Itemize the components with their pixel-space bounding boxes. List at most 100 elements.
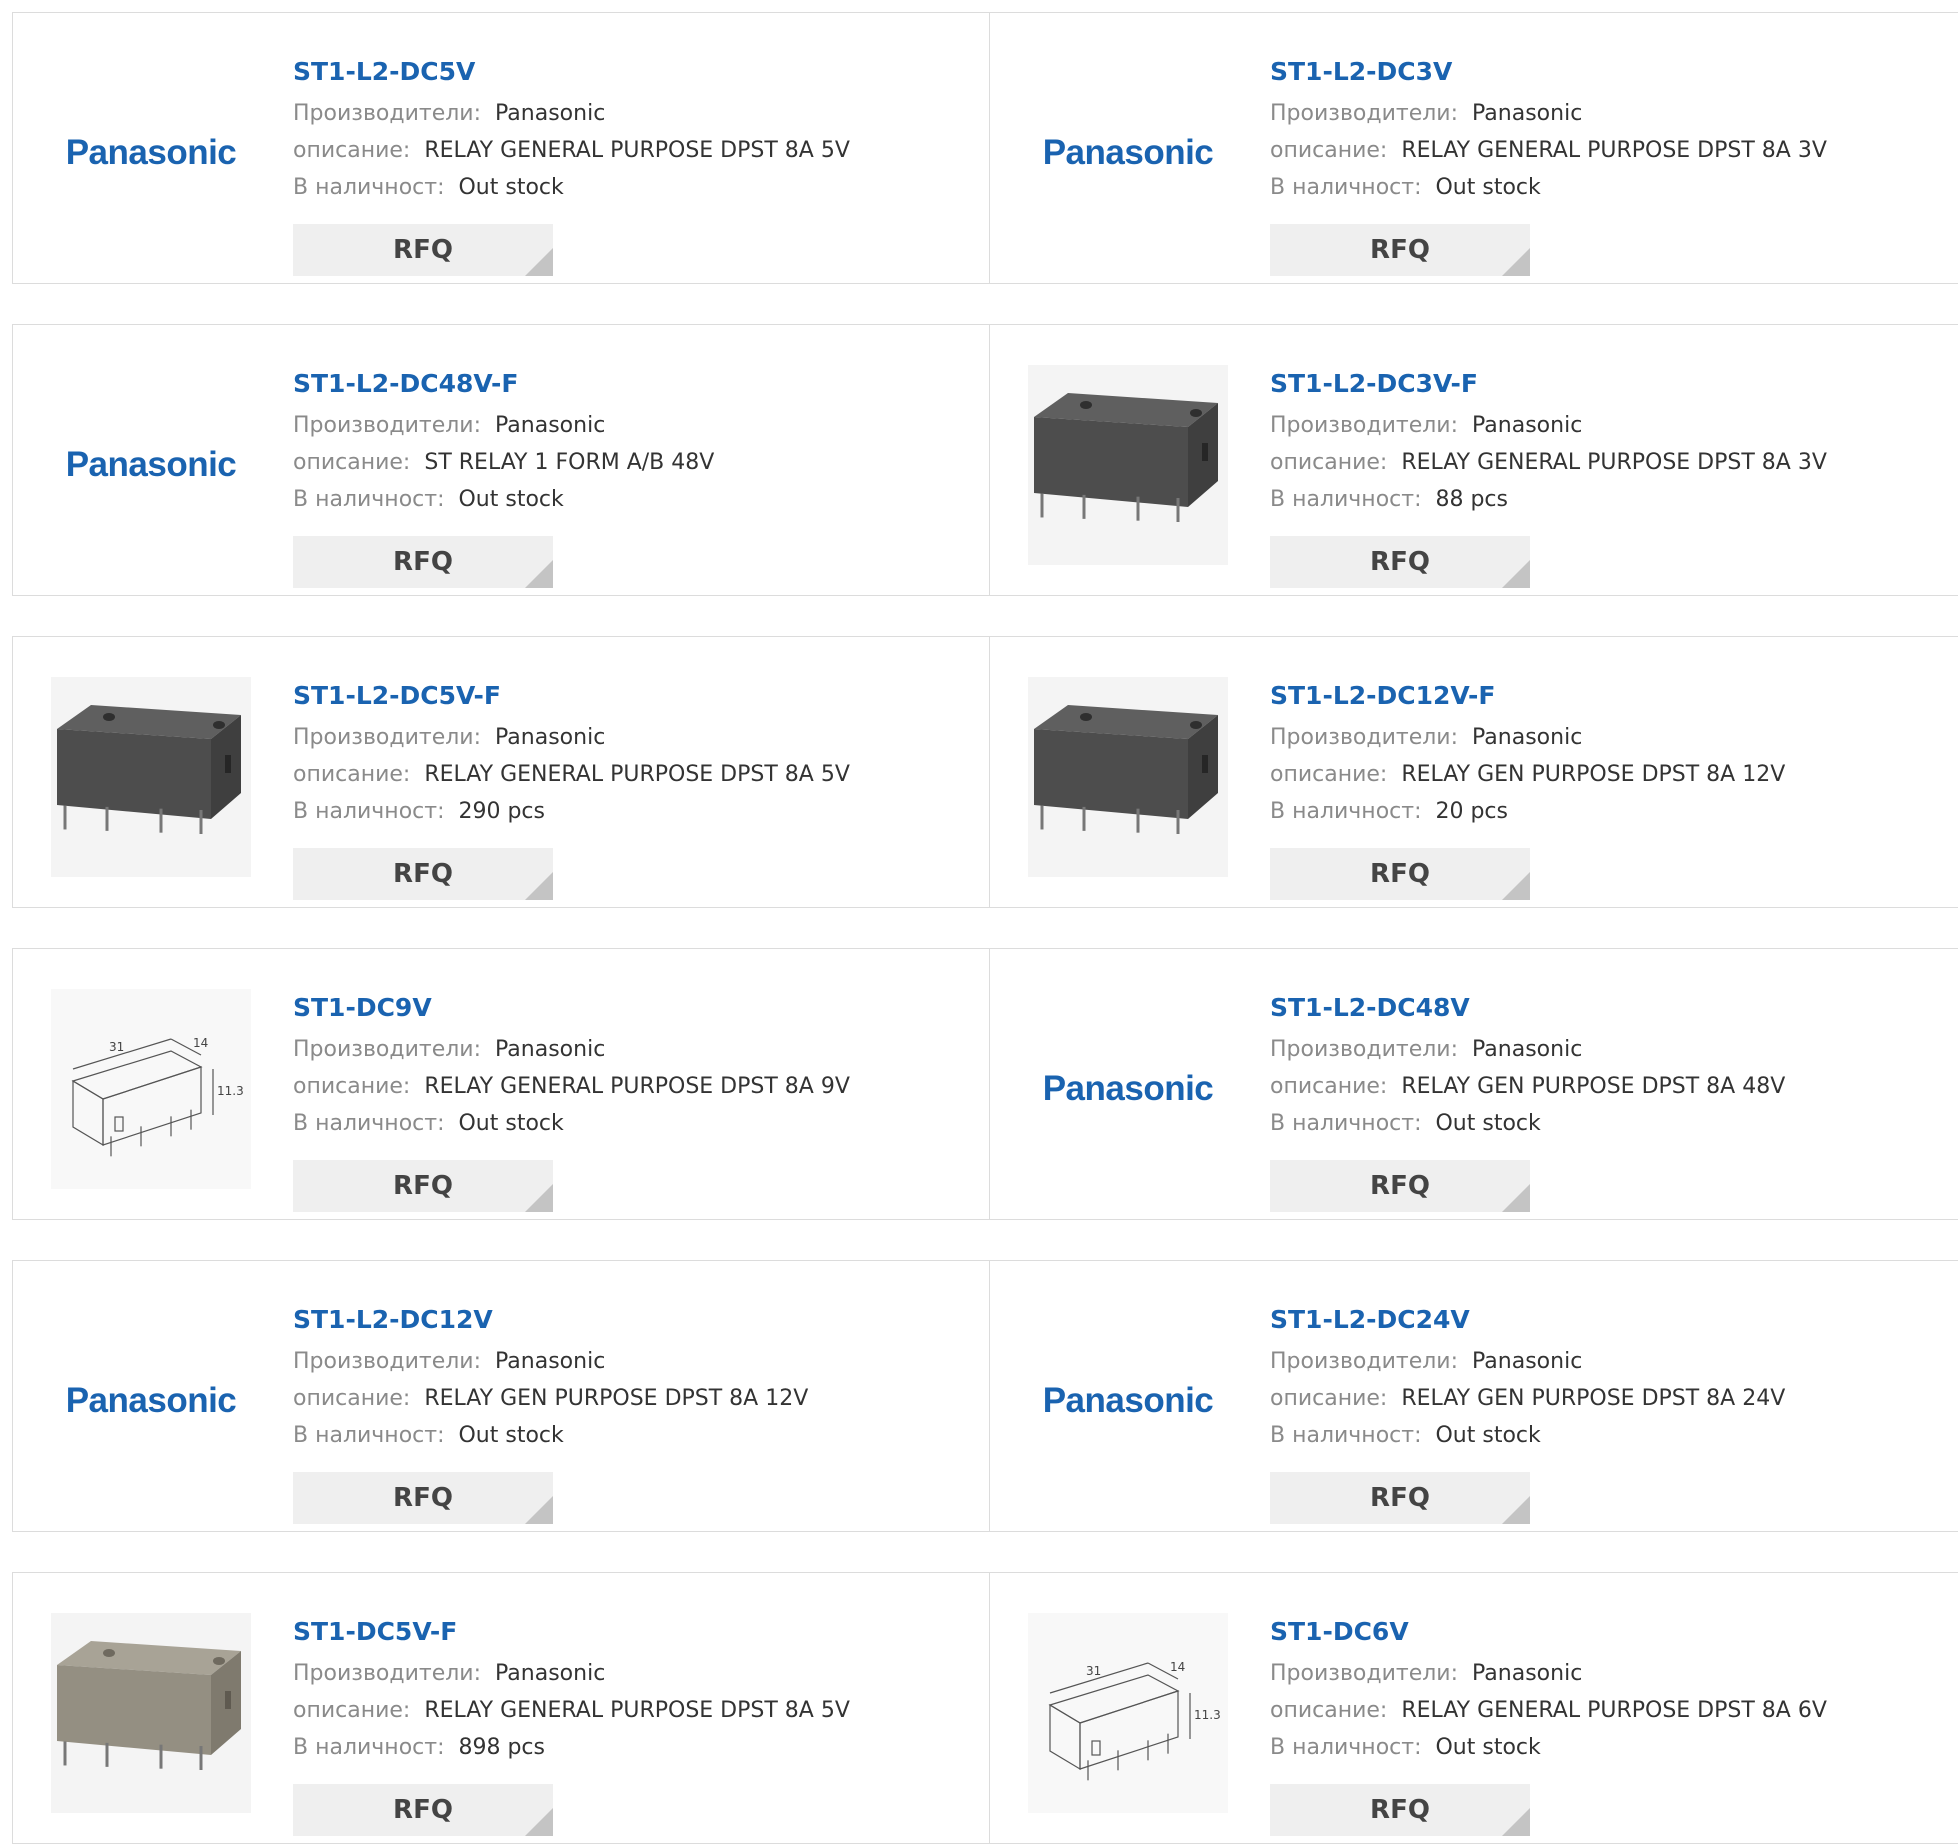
product-image[interactable]: Panasonic [51, 1301, 251, 1501]
part-number-link[interactable]: ST1-DC6V [1270, 1603, 1930, 1655]
relay-photo-dark [1028, 677, 1228, 877]
product-image[interactable] [1028, 365, 1228, 565]
manufacturer-value: Panasonic [495, 1349, 606, 1374]
rfq-button[interactable]: RFQ [1270, 1784, 1530, 1836]
dimension-height-label: 11.3 [217, 1084, 244, 1098]
rfq-button[interactable]: RFQ [293, 1472, 553, 1524]
stock-line: В наличност: Out stock [1270, 1729, 1930, 1766]
description-line: описание: RELAY GENERAL PURPOSE DPST 8A 9… [293, 1068, 953, 1105]
manufacturer-value: Panasonic [495, 1661, 606, 1686]
product-image[interactable] [1028, 677, 1228, 877]
stock-label: В наличност: [1270, 175, 1422, 200]
rfq-button-label: RFQ [1370, 547, 1430, 577]
rfq-button[interactable]: RFQ [293, 224, 553, 276]
part-number-link[interactable]: ST1-L2-DC48V [1270, 979, 1930, 1031]
rfq-button-label: RFQ [393, 1483, 453, 1513]
stock-line: В наличност: Out stock [1270, 1105, 1930, 1142]
product-image[interactable]: Panasonic [1028, 1301, 1228, 1501]
corner-triangle-icon [1502, 872, 1530, 900]
description-value: RELAY GEN PURPOSE DPST 8A 12V [424, 1386, 809, 1411]
stock-label: В наличност: [1270, 487, 1422, 512]
stock-value: 898 pcs [458, 1735, 545, 1760]
product-image[interactable]: Panasonic [51, 365, 251, 565]
product-info: ST1-DC6V Производители: Panasonic описание:… [1270, 1603, 1930, 1766]
description-label: описание: [293, 450, 411, 475]
part-number-link[interactable]: ST1-DC9V [293, 979, 953, 1031]
description-value: RELAY GENERAL PURPOSE DPST 8A 5V [424, 138, 850, 163]
manufacturer-label: Производители: [1270, 101, 1459, 126]
description-value: RELAY GEN PURPOSE DPST 8A 12V [1401, 762, 1786, 787]
product-card: Panasonic ST1-L2-DC5V Производители: Panaso… [13, 13, 990, 283]
description-label: описание: [293, 1386, 411, 1411]
product-info: ST1-L2-DC48V-F Производители: Panasonic опи… [293, 355, 953, 518]
rfq-button[interactable]: RFQ [1270, 1472, 1530, 1524]
corner-triangle-icon [1502, 1808, 1530, 1836]
part-number-link[interactable]: ST1-L2-DC12V [293, 1291, 953, 1343]
rfq-button[interactable]: RFQ [1270, 536, 1530, 588]
rfq-button[interactable]: RFQ [293, 1160, 553, 1212]
description-line: описание: RELAY GEN PURPOSE DPST 8A 48V [1270, 1068, 1930, 1105]
rfq-button[interactable]: RFQ [293, 848, 553, 900]
part-number-link[interactable]: ST1-L2-DC3V-F [1270, 355, 1930, 407]
description-line: описание: RELAY GENERAL PURPOSE DPST 8A 5… [293, 756, 953, 793]
description-label: описание: [1270, 450, 1388, 475]
corner-triangle-icon [525, 248, 553, 276]
description-line: описание: RELAY GENERAL PURPOSE DPST 8A 3… [1270, 444, 1930, 481]
panasonic-logo: Panasonic [65, 1381, 237, 1420]
product-info: ST1-DC9V Производители: Panasonic описание:… [293, 979, 953, 1142]
manufacturer-line: Производители: Panasonic [293, 1343, 953, 1380]
stock-value: Out stock [458, 1423, 564, 1448]
rfq-button[interactable]: RFQ [1270, 1160, 1530, 1212]
manufacturer-label: Производители: [293, 1037, 482, 1062]
manufacturer-label: Производители: [1270, 413, 1459, 438]
dimension-length-label: 31 [1086, 1664, 1101, 1678]
rfq-button-label: RFQ [393, 859, 453, 889]
corner-triangle-icon [1502, 560, 1530, 588]
rfq-button[interactable]: RFQ [1270, 848, 1530, 900]
part-number-link[interactable]: ST1-L2-DC12V-F [1270, 667, 1930, 719]
stock-label: В наличност: [293, 1111, 445, 1136]
rfq-button[interactable]: RFQ [1270, 224, 1530, 276]
rfq-button-label: RFQ [1370, 1171, 1430, 1201]
stock-label: В наличност: [293, 487, 445, 512]
description-label: описание: [293, 1074, 411, 1099]
rfq-button[interactable]: RFQ [293, 1784, 553, 1836]
description-line: описание: RELAY GEN PURPOSE DPST 8A 12V [293, 1380, 953, 1417]
stock-label: В наличност: [1270, 1735, 1422, 1760]
corner-triangle-icon [525, 1184, 553, 1212]
panasonic-logo: Panasonic [1042, 133, 1214, 172]
stock-value: 88 pcs [1435, 487, 1508, 512]
description-value: RELAY GENERAL PURPOSE DPST 8A 6V [1401, 1698, 1827, 1723]
product-image[interactable]: 31 14 11.3 [51, 989, 251, 1189]
product-image[interactable]: Panasonic [1028, 989, 1228, 1189]
product-card: ST1-DC5V-F Производители: Panasonic описани… [13, 1573, 990, 1843]
description-label: описание: [1270, 138, 1388, 163]
relay-dimension-drawing: 31 14 11.3 [1028, 1613, 1228, 1813]
product-image[interactable] [51, 1613, 251, 1813]
part-number-link[interactable]: ST1-L2-DC5V-F [293, 667, 953, 719]
stock-value: Out stock [1435, 1111, 1541, 1136]
product-row: ST1-DC5V-F Производители: Panasonic описани… [12, 1572, 1958, 1844]
description-label: описание: [1270, 1074, 1388, 1099]
manufacturer-label: Производители: [1270, 1661, 1459, 1686]
part-number-link[interactable]: ST1-L2-DC24V [1270, 1291, 1930, 1343]
part-number-link[interactable]: ST1-DC5V-F [293, 1603, 953, 1655]
manufacturer-value: Panasonic [1472, 1661, 1583, 1686]
description-value: RELAY GENERAL PURPOSE DPST 8A 5V [424, 762, 850, 787]
stock-value: 290 pcs [458, 799, 545, 824]
corner-triangle-icon [525, 1496, 553, 1524]
rfq-button[interactable]: RFQ [293, 536, 553, 588]
relay-photo-dark [51, 677, 251, 877]
product-info: ST1-L2-DC12V-F Производители: Panasonic опи… [1270, 667, 1930, 830]
part-number-link[interactable]: ST1-L2-DC48V-F [293, 355, 953, 407]
description-value: RELAY GEN PURPOSE DPST 8A 24V [1401, 1386, 1786, 1411]
stock-value: 20 pcs [1435, 799, 1508, 824]
product-image[interactable] [51, 677, 251, 877]
part-number-link[interactable]: ST1-L2-DC3V [1270, 43, 1930, 95]
stock-label: В наличност: [1270, 799, 1422, 824]
product-card: ST1-L2-DC5V-F Производители: Panasonic опис… [13, 637, 990, 907]
product-image[interactable]: Panasonic [1028, 53, 1228, 253]
product-image[interactable]: 31 14 11.3 [1028, 1613, 1228, 1813]
product-image[interactable]: Panasonic [51, 53, 251, 253]
part-number-link[interactable]: ST1-L2-DC5V [293, 43, 953, 95]
